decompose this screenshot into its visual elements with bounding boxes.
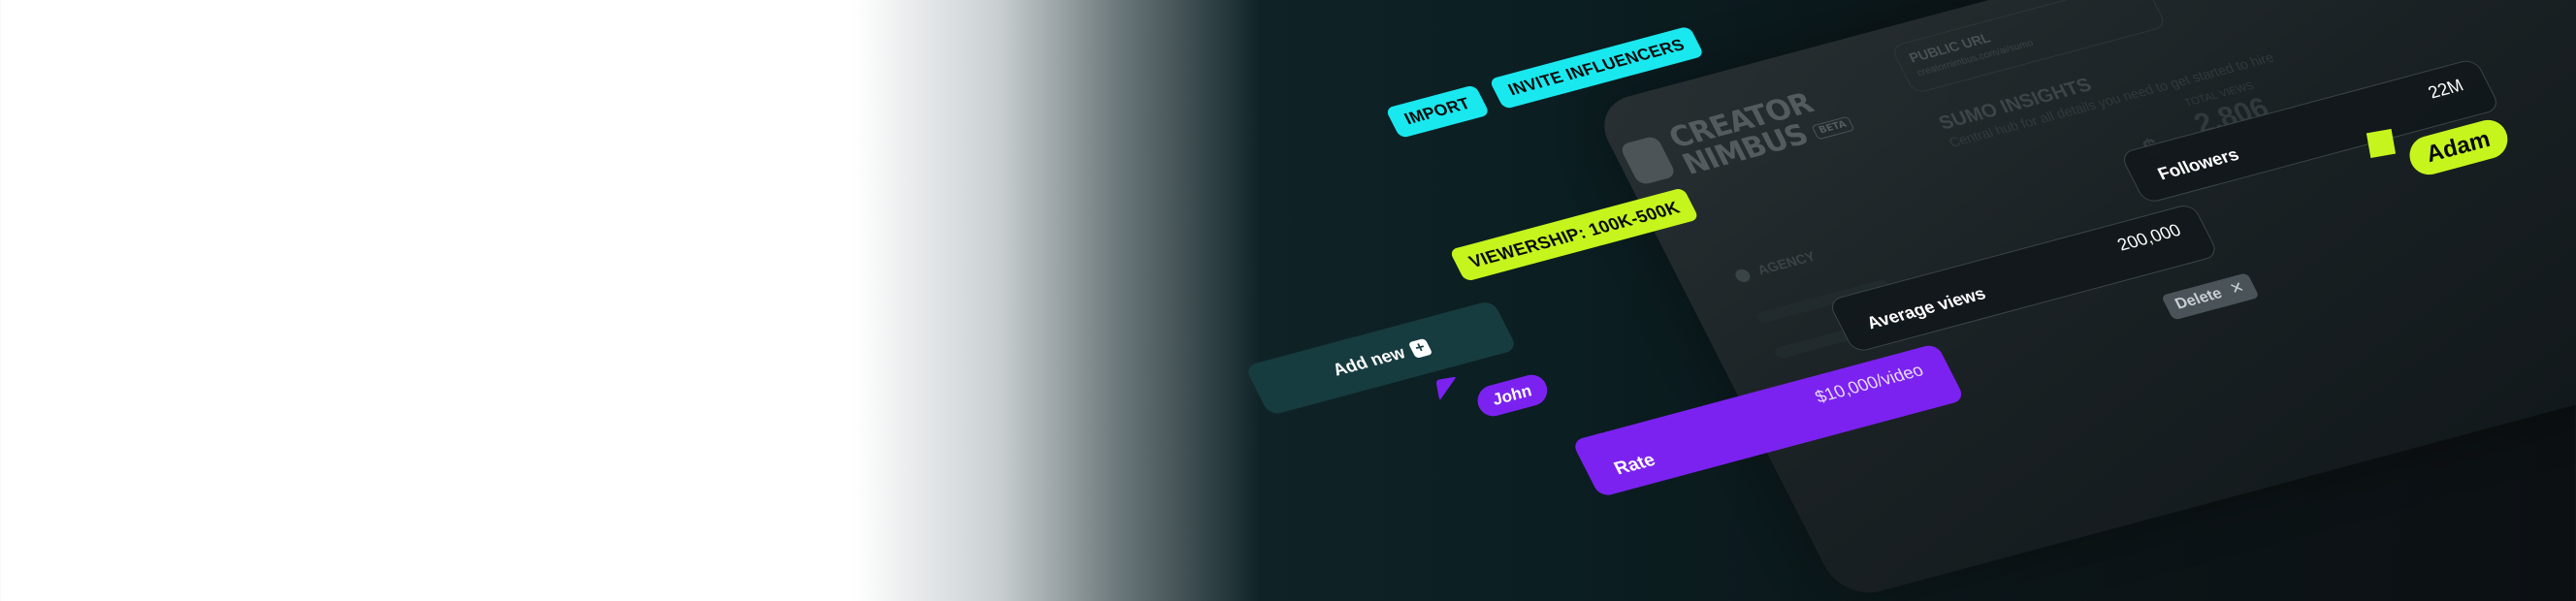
public-url-box[interactable]: PUBLIC URL creatornimbus.com/ai/sumo bbox=[1889, 0, 2168, 95]
add-new-label: Add new bbox=[1329, 342, 1409, 380]
agency-icon bbox=[1733, 268, 1754, 284]
followers-label: Followers bbox=[2154, 144, 2242, 184]
cursor-pointer-icon bbox=[2366, 128, 2397, 159]
import-button[interactable]: IMPORT bbox=[1385, 84, 1491, 139]
followers-value: 22M bbox=[2425, 75, 2467, 103]
cursor-pointer-icon bbox=[1435, 376, 1461, 401]
beta-badge: BETA bbox=[1811, 115, 1855, 140]
delete-button-label: Delete bbox=[2172, 285, 2226, 313]
cursor-name: John bbox=[1491, 381, 1534, 410]
sidebar-item-label: AGENCY bbox=[1755, 248, 1819, 278]
rate-label: Rate bbox=[1610, 450, 1659, 480]
hero-stage: CREATOR NIMBUS BETA PUBLIC URL creatorni… bbox=[0, 0, 2576, 601]
close-icon: ✕ bbox=[2227, 279, 2248, 299]
sidebar-item-agency[interactable]: AGENCY bbox=[1732, 248, 1819, 284]
logo-mark-icon bbox=[1619, 135, 1678, 186]
average-views-value: 200,000 bbox=[2113, 220, 2184, 255]
filter-chip-label: VIEWERSHIP: 100K-500K bbox=[1465, 198, 1684, 271]
brand-logo: CREATOR NIMBUS BETA bbox=[1619, 82, 1857, 186]
import-button-label: IMPORT bbox=[1401, 94, 1474, 129]
plus-icon: + bbox=[1407, 338, 1433, 360]
public-url-label: PUBLIC URL bbox=[1906, 29, 1993, 66]
cursor-tag-john: John bbox=[1474, 371, 1551, 420]
